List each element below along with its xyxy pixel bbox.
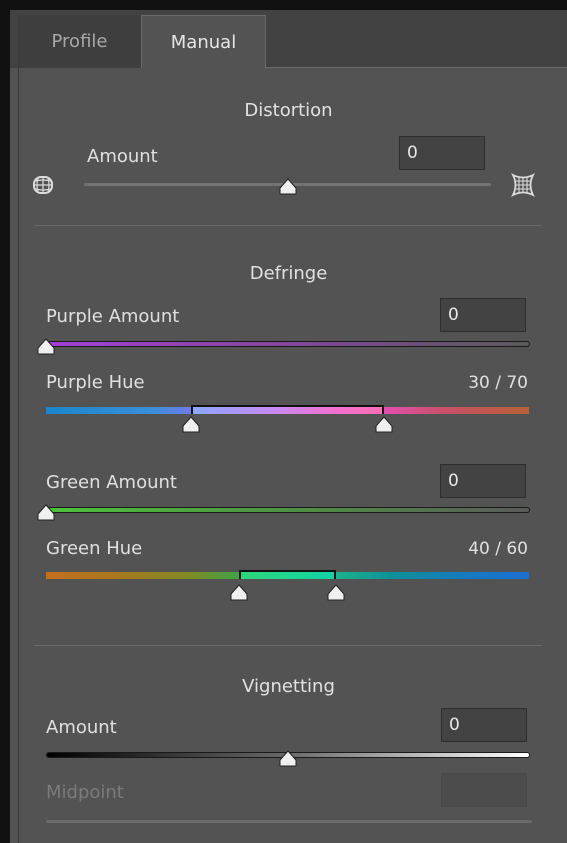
section-divider	[34, 225, 542, 226]
purple-amount-track[interactable]	[46, 341, 530, 347]
distortion-heading: Distortion	[244, 100, 333, 121]
barrel-distortion-icon	[31, 174, 55, 196]
purple-amount-label: Purple Amount	[46, 306, 180, 327]
purple-hue-label: Purple Hue	[46, 372, 145, 393]
green-hue-selected-range[interactable]	[239, 570, 336, 579]
tab-underline	[266, 67, 567, 68]
defringe-heading: Defringe	[249, 263, 328, 284]
tab-profile[interactable]: Profile	[18, 15, 141, 68]
green-hue-label: Green Hue	[46, 538, 143, 559]
vignetting-amount-slider-thumb[interactable]	[278, 750, 298, 767]
green-amount-track[interactable]	[46, 507, 530, 513]
vignetting-amount-field[interactable]	[441, 708, 527, 742]
lens-corrections-panel: Profile Manual Distortion Amount Defring…	[10, 10, 567, 843]
green-amount-field[interactable]	[440, 464, 526, 498]
vignetting-heading: Vignetting	[242, 676, 335, 697]
vignetting-amount-label: Amount	[46, 717, 117, 738]
purple-hue-low-thumb[interactable]	[181, 416, 201, 433]
purple-amount-field[interactable]	[440, 298, 526, 332]
tab-manual[interactable]: Manual	[141, 15, 266, 68]
green-amount-label: Green Amount	[46, 472, 177, 493]
distortion-amount-slider-thumb[interactable]	[278, 178, 298, 195]
purple-hue-readout: 30 / 70	[468, 373, 528, 393]
purple-amount-slider-thumb[interactable]	[36, 338, 56, 355]
purple-hue-selected-range[interactable]	[190, 405, 385, 414]
panel-left-border	[18, 68, 19, 843]
vignetting-midpoint-field	[441, 773, 527, 807]
purple-hue-high-thumb[interactable]	[374, 416, 394, 433]
green-hue-readout: 40 / 60	[468, 539, 528, 559]
vignetting-midpoint-track	[46, 820, 532, 823]
green-hue-low-thumb[interactable]	[229, 584, 249, 601]
distortion-amount-label: Amount	[87, 146, 158, 167]
tab-bar: Profile Manual	[10, 10, 567, 68]
section-divider	[34, 645, 542, 646]
distortion-amount-field[interactable]	[399, 136, 485, 170]
green-hue-high-thumb[interactable]	[326, 584, 346, 601]
pincushion-distortion-icon	[510, 172, 536, 198]
vignetting-midpoint-label: Midpoint	[46, 782, 124, 803]
green-amount-slider-thumb[interactable]	[36, 504, 56, 521]
